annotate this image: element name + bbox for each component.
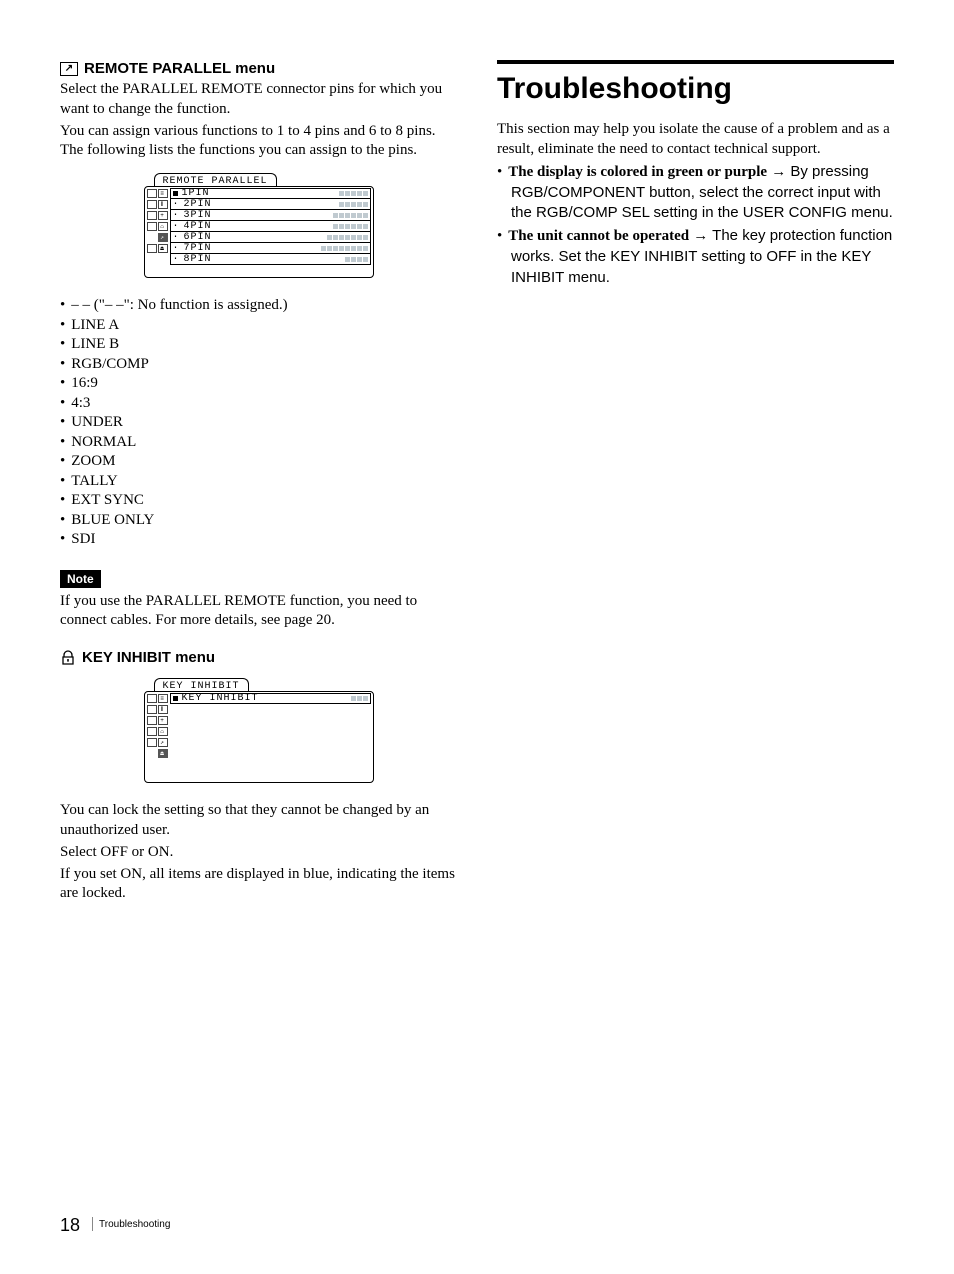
- menu-body-2: ≡ KEY INHIBIT ⦀ + ⌂ ↗ ⏏: [144, 691, 374, 783]
- option-item: RGB/COMP: [60, 355, 457, 375]
- tree-dot: ·: [173, 199, 180, 210]
- section-heading-key-inhibit: KEY INHIBIT menu: [60, 649, 457, 666]
- options-list: – – ("– –": No function is assigned.) LI…: [60, 296, 457, 550]
- mini-arrow-icon: ↗: [158, 738, 168, 747]
- mini-list-icon: ≡: [158, 189, 168, 198]
- menu-key-inhibit: KEY INHIBIT ≡ KEY INHIBIT ⦀ + ⌂ ↗ ⏏: [144, 678, 374, 783]
- ts-bold: The display is colored in green or purpl…: [508, 164, 767, 180]
- menu-remote-parallel: REMOTE PARALLEL ≡ 1PIN ⦀ · 2PIN: [144, 173, 374, 278]
- menu-tab-title-1: REMOTE PARALLEL: [154, 173, 277, 187]
- key-inhibit-desc-1: You can lock the setting so that they ca…: [60, 801, 457, 841]
- mini-tab-icon: [147, 738, 157, 747]
- section-heading-remote-parallel: REMOTE PARALLEL menu: [60, 60, 457, 77]
- option-item: NORMAL: [60, 433, 457, 453]
- heading-text-2: KEY INHIBIT menu: [82, 649, 215, 666]
- option-item: EXT SYNC: [60, 491, 457, 511]
- tree-dot: ·: [173, 254, 180, 265]
- pin-label-4: 4PIN: [184, 221, 212, 232]
- option-item: SDI: [60, 530, 457, 550]
- pin-label-2: 2PIN: [184, 199, 212, 210]
- ts-bold: The unit cannot be operated: [508, 228, 689, 244]
- option-item: – – ("– –": No function is assigned.): [60, 296, 457, 316]
- mini-lock-icon: ⏏: [158, 749, 168, 758]
- lock-icon: [60, 651, 76, 665]
- intro-para-1: Select the PARALLEL REMOTE connector pin…: [60, 80, 457, 120]
- mini-list-icon: ≡: [158, 694, 168, 703]
- pin-label-8: 8PIN: [184, 254, 212, 265]
- tree-dot: ·: [173, 221, 180, 232]
- note-label: Note: [60, 570, 101, 588]
- arrow-box-icon: [60, 62, 78, 76]
- mini-tab-icon: [147, 694, 157, 703]
- troubleshooting-heading: Troubleshooting: [497, 72, 894, 106]
- tree-dot: ·: [173, 232, 180, 243]
- option-item: 16:9: [60, 374, 457, 394]
- mini-tab-icon: [147, 211, 157, 220]
- option-item: LINE A: [60, 316, 457, 336]
- option-item: TALLY: [60, 472, 457, 492]
- pin-label-6: 6PIN: [184, 232, 212, 243]
- selection-dot-icon: [173, 696, 178, 701]
- pin-label-7: 7PIN: [184, 243, 212, 254]
- troubleshooting-list: The display is colored in green or purpl…: [497, 162, 894, 290]
- pin-label-1: 1PIN: [182, 188, 210, 199]
- heading-text-1: REMOTE PARALLEL menu: [84, 60, 275, 77]
- footer-section-name: Troubleshooting: [99, 1219, 170, 1230]
- footer-divider: [92, 1217, 93, 1231]
- selection-dot-icon: [173, 191, 178, 196]
- troubleshooting-item: The display is colored in green or purpl…: [497, 162, 894, 225]
- tree-dot: ·: [173, 210, 180, 221]
- mini-tab-icon: [147, 727, 157, 736]
- option-item: LINE B: [60, 335, 457, 355]
- bar-indicator: [321, 246, 368, 251]
- intro-para-2: You can assign various functions to 1 to…: [60, 122, 457, 162]
- bar-indicator: [327, 235, 368, 240]
- option-item: BLUE ONLY: [60, 511, 457, 531]
- troubleshooting-item: The unit cannot be operated → The key pr…: [497, 226, 894, 289]
- mini-tab-icon: [147, 705, 157, 714]
- mini-tab-icon: [147, 716, 157, 725]
- bar-indicator: [345, 257, 368, 262]
- troubleshooting-intro: This section may help you isolate the ca…: [497, 120, 894, 160]
- page-number: 18: [60, 1215, 80, 1236]
- mini-lock-icon: ⏏: [158, 244, 168, 253]
- mini-tool-icon: ⌂: [158, 727, 168, 736]
- bar-indicator: [351, 696, 368, 701]
- key-inhibit-label: KEY INHIBIT: [182, 693, 259, 704]
- mini-sliders-icon: ⦀: [158, 705, 168, 714]
- mini-tab-icon: [147, 244, 157, 253]
- bar-indicator: [333, 224, 368, 229]
- option-item: ZOOM: [60, 452, 457, 472]
- pin-label-3: 3PIN: [184, 210, 212, 221]
- mini-tab-icon: [147, 222, 157, 231]
- mini-tool-icon: ⌂: [158, 222, 168, 231]
- menu-tab-title-2: KEY INHIBIT: [154, 678, 249, 692]
- mini-tab-icon: [147, 189, 157, 198]
- key-inhibit-desc-3: If you set ON, all items are displayed i…: [60, 865, 457, 905]
- mini-tab-icon: [147, 200, 157, 209]
- bar-indicator: [339, 202, 368, 207]
- mini-plus-icon: +: [158, 211, 168, 220]
- section-rule: [497, 60, 894, 64]
- mini-sliders-icon: ⦀: [158, 200, 168, 209]
- bar-indicator: [339, 191, 368, 196]
- note-text: If you use the PARALLEL REMOTE function,…: [60, 592, 457, 632]
- option-item: 4:3: [60, 394, 457, 414]
- mini-arrow-icon: ↗: [158, 233, 168, 242]
- mini-plus-icon: +: [158, 716, 168, 725]
- key-inhibit-desc-2: Select OFF or ON.: [60, 843, 457, 863]
- menu-body-1: ≡ 1PIN ⦀ · 2PIN + · 3PIN: [144, 186, 374, 278]
- option-item: UNDER: [60, 413, 457, 433]
- bar-indicator: [333, 213, 368, 218]
- page-footer: 18 Troubleshooting: [60, 1215, 170, 1236]
- tree-dot: ·: [173, 243, 180, 254]
